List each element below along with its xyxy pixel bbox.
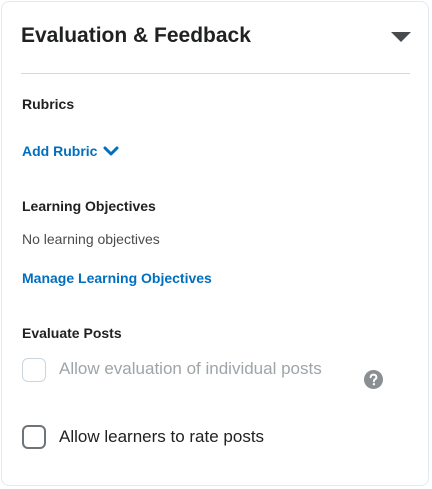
allow-evaluation-label: Allow evaluation of individual posts [59,359,322,378]
caret-down-icon[interactable] [390,30,412,44]
learning-objectives-heading: Learning Objectives [22,198,156,214]
allow-learners-rate-label: Allow learners to rate posts [59,427,265,446]
allow-evaluation-checkbox[interactable] [22,358,46,382]
no-learning-objectives-text: No learning objectives [22,231,160,247]
add-rubric-label: Add Rubric [22,143,98,159]
allow-learners-rate-checkbox[interactable] [22,425,46,449]
rubrics-heading: Rubrics [22,96,75,112]
manage-learning-objectives-link[interactable]: Manage Learning Objectives [22,269,212,287]
question-circle-icon[interactable] [364,370,383,389]
evaluate-posts-heading: Evaluate Posts [22,325,122,341]
add-rubric-button[interactable]: Add Rubric [22,142,119,160]
panel-header: Evaluation & Feedback [21,22,412,50]
panel-title: Evaluation & Feedback [21,24,251,47]
header-divider [21,73,410,74]
chevron-down-icon [103,146,119,156]
